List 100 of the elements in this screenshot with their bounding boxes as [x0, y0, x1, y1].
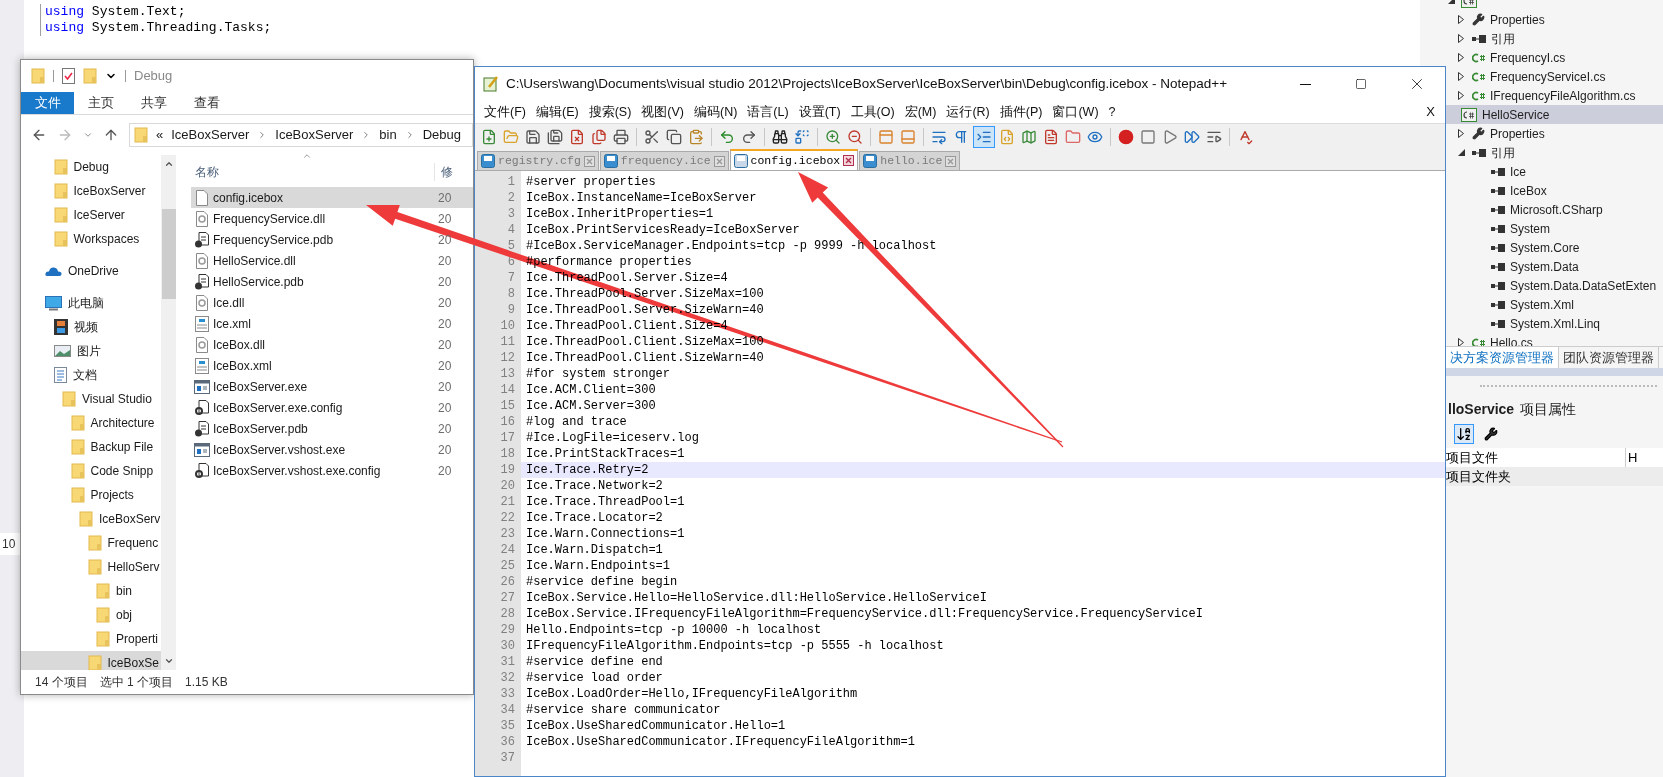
scroll-up-icon[interactable] — [163, 159, 174, 169]
file-row[interactable]: Ice.xml 20 — [191, 313, 473, 334]
nav-item[interactable]: 图片 — [21, 339, 161, 363]
tree-item[interactable]: FrequencyServiceI.cs — [1446, 67, 1663, 86]
nav-item[interactable]: bin — [21, 579, 161, 603]
menu-item[interactable]: 编辑(E) — [530, 102, 584, 122]
tree-item[interactable]: FrequencyI.cs — [1446, 48, 1663, 67]
file-row[interactable]: config.icebox 20 — [191, 187, 473, 208]
ribbon-tab[interactable]: 文件 — [21, 92, 74, 114]
overflow-marker[interactable]: « — [156, 125, 164, 145]
ribbon-tab[interactable]: 查看 — [180, 92, 233, 114]
tree-item[interactable]: System.Xml — [1446, 295, 1663, 314]
collapsed-arrow-icon[interactable] — [1458, 72, 1464, 81]
file-row[interactable]: IceBoxServer.vshost.exe.config 20 — [191, 460, 473, 481]
nav-item[interactable]: 文档 — [21, 363, 161, 387]
menu-item[interactable]: 工具(O) — [845, 102, 900, 122]
collapsed-arrow-icon[interactable] — [1458, 34, 1464, 43]
tree-item[interactable]: IFrequencyFileAlgorithm.cs — [1446, 86, 1663, 105]
nav-item[interactable]: HelloServ — [21, 555, 161, 579]
scrollbar[interactable] — [161, 155, 176, 670]
scroll-thumb[interactable] — [161, 209, 176, 299]
nav-item[interactable]: Visual Studio — [21, 387, 161, 411]
nav-item[interactable]: IceBoxSe — [21, 651, 161, 670]
file-row[interactable]: Ice.dll 20 — [191, 292, 473, 313]
indent-icon[interactable] — [973, 125, 995, 148]
nav-item[interactable]: IceBoxServ — [21, 507, 161, 531]
nav-item[interactable]: Workspaces — [21, 227, 161, 251]
menu-item[interactable]: ? — [1103, 102, 1121, 122]
menu-item[interactable]: 窗口(W) — [1047, 102, 1104, 122]
nav-item[interactable]: Backup File — [21, 435, 161, 459]
nav-item[interactable]: OneDrive — [21, 259, 161, 283]
file-row[interactable]: IceBoxServer.pdb 20 — [191, 418, 473, 439]
collapsed-arrow-icon[interactable] — [1458, 338, 1464, 346]
expanded-arrow-icon[interactable] — [1457, 149, 1465, 156]
tree-item[interactable]: Microsoft.CSharp — [1446, 200, 1663, 219]
tree-item[interactable]: IceBox — [1446, 181, 1663, 200]
menu-item[interactable]: 宏(M) — [899, 102, 942, 122]
document-tab[interactable]: config.icebox — [729, 149, 859, 170]
close-icon[interactable] — [843, 155, 855, 166]
file-row[interactable]: HelloService.pdb 20 — [191, 271, 473, 292]
wrench-icon[interactable] — [1484, 427, 1498, 441]
tree-item[interactable]: System.Data.DataSetExten — [1446, 276, 1663, 295]
collapsed-arrow-icon[interactable] — [1458, 129, 1464, 138]
breadcrumb[interactable]: IceBoxServer — [275, 125, 354, 145]
nav-item[interactable]: Frequenc — [21, 531, 161, 555]
file-row[interactable]: IceBox.dll 20 — [191, 334, 473, 355]
column-header[interactable]: 修 — [434, 163, 453, 181]
file-row[interactable]: HelloService.dll 20 — [191, 250, 473, 271]
nav-item[interactable]: Code Snipp — [21, 459, 161, 483]
nav-item[interactable]: IceBoxServer — [21, 179, 161, 203]
menu-item[interactable]: 视图(V) — [636, 102, 689, 122]
nav-item[interactable]: 此电脑 — [21, 291, 161, 315]
file-row[interactable]: IceBoxServer.vshost.exe 20 — [191, 439, 473, 460]
tree-item[interactable]: 引用 — [1446, 143, 1663, 162]
breadcrumb[interactable]: IceBoxServer — [171, 125, 250, 145]
tree-item[interactable]: Properties — [1446, 124, 1663, 143]
nav-item[interactable]: Projects — [21, 483, 161, 507]
tree-item[interactable]: System.Xml.Linq — [1446, 314, 1663, 333]
close-document-button[interactable]: X — [1426, 102, 1445, 122]
sort-icon[interactable] — [1454, 424, 1474, 444]
menu-item[interactable]: 设置(T) — [793, 102, 846, 122]
nav-item[interactable]: Properti — [21, 627, 161, 651]
nav-item[interactable]: 视频 — [21, 315, 161, 339]
menu-item[interactable]: 插件(P) — [994, 102, 1048, 122]
collapsed-arrow-icon[interactable] — [1458, 53, 1464, 62]
breadcrumb[interactable]: Debug — [422, 125, 461, 145]
nav-item[interactable]: IceServer — [21, 203, 161, 227]
tree-item[interactable]: Hello.cs — [1446, 333, 1663, 346]
tree-item[interactable]: System.Data — [1446, 257, 1663, 276]
tree-item[interactable]: HelloService — [1446, 105, 1663, 124]
menu-item[interactable]: 语言(L) — [742, 102, 794, 122]
panel-tab[interactable]: 决方案资源管理器 — [1446, 347, 1559, 368]
tree-item[interactable]: Properties — [1446, 10, 1663, 29]
collapsed-arrow-icon[interactable] — [1458, 15, 1464, 24]
tree-item[interactable]: System — [1446, 219, 1663, 238]
nav-item[interactable]: obj — [21, 603, 161, 627]
back-icon[interactable] — [31, 127, 47, 143]
ribbon-tab[interactable]: 主页 — [74, 92, 127, 114]
up-icon[interactable] — [103, 127, 119, 143]
tree-item[interactable]: System.Core — [1446, 238, 1663, 257]
ribbon-tab[interactable]: 共享 — [127, 92, 180, 114]
address-bar[interactable]: « IceBoxServer IceBoxServer bin Debug — [129, 123, 473, 147]
breadcrumb[interactable]: bin — [379, 125, 397, 145]
menu-item[interactable]: 文件(F) — [479, 102, 531, 122]
tree-item[interactable]: 引用 — [1446, 29, 1663, 48]
column-header[interactable]: 名称 — [191, 163, 434, 181]
file-row[interactable]: IceBoxServer.exe 20 — [191, 376, 473, 397]
menu-item[interactable]: 编码(N) — [689, 102, 743, 122]
checklist-icon[interactable] — [62, 68, 75, 84]
file-row[interactable]: IceBox.xml 20 — [191, 355, 473, 376]
scroll-down-icon[interactable] — [163, 656, 174, 666]
tree-item[interactable]: Ice — [1446, 162, 1663, 181]
file-row[interactable]: IceBoxServer.exe.config 20 — [191, 397, 473, 418]
collapsed-arrow-icon[interactable] — [1458, 91, 1464, 100]
menu-item[interactable]: 搜索(S) — [583, 102, 637, 122]
file-row[interactable]: FrequencyService.pdb 20 — [191, 229, 473, 250]
menu-item[interactable]: 运行(R) — [941, 102, 995, 122]
file-row[interactable]: FrequencyService.dll 20 — [191, 208, 473, 229]
nav-item[interactable]: Architecture — [21, 411, 161, 435]
nav-item[interactable]: Debug — [21, 155, 161, 179]
